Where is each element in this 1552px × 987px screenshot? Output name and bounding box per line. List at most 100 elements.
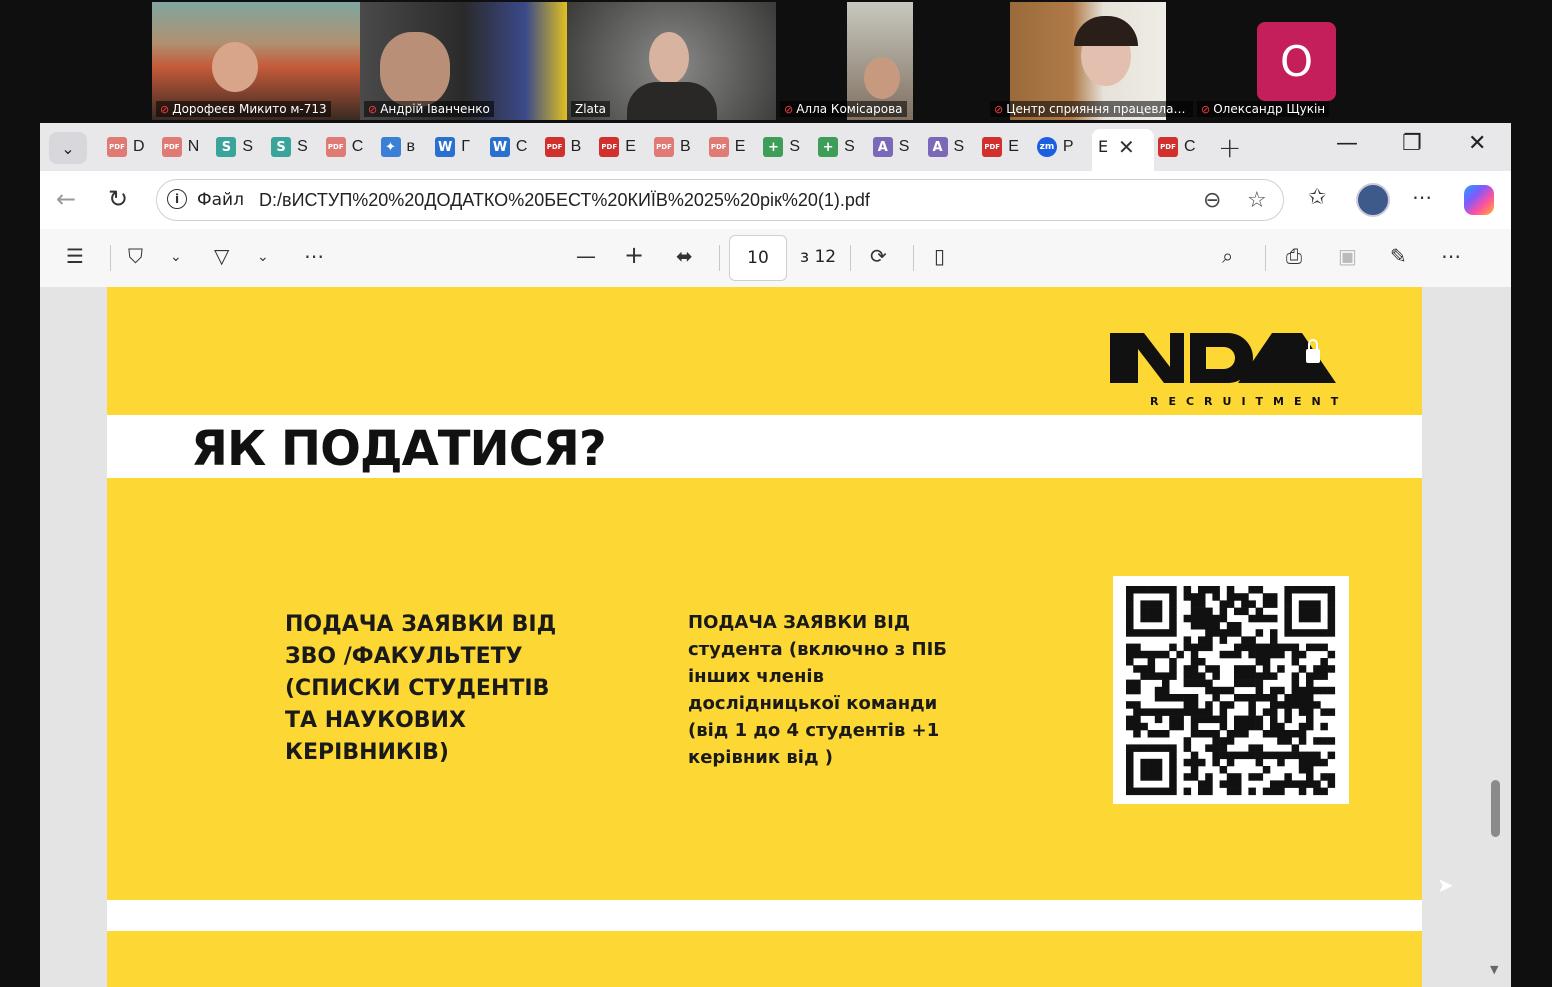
tab[interactable]: AS [872,135,909,159]
address-bar[interactable]: i Файл D:/вИСТУП%20%20ДОДАТКО%20БЕСТ%20К… [156,179,1284,221]
qr-module [1169,708,1177,716]
more-tools-icon[interactable]: ⋯ [304,244,324,268]
tab[interactable]: WГ [435,135,470,159]
tab[interactable]: AS [927,135,964,159]
page-number-input[interactable]: 10 [729,235,787,281]
qr-module [1284,643,1292,652]
tab[interactable]: PDF B [654,135,691,159]
qr-module [1306,722,1314,731]
copilot-icon[interactable] [1464,185,1494,215]
qr-module [1140,744,1148,752]
contents-list-icon[interactable]: ☰ [66,244,84,268]
qr-module [1255,773,1264,781]
qr-module [1126,622,1134,630]
qr-module [1147,665,1156,673]
tab[interactable]: + S [818,135,855,159]
refresh-button[interactable]: ↻ [108,185,128,213]
qr-module [1241,730,1249,738]
save-as-icon[interactable]: ✎ [1390,244,1407,268]
participant-name-label: Zlata [571,101,610,117]
text-line: інших членів [688,666,824,687]
favorite-star-icon[interactable]: ☆ [1247,188,1267,213]
qr-module [1306,607,1314,616]
highlight-icon[interactable]: ⛉ [128,244,143,268]
tab-close-icon[interactable]: ✕ [1118,135,1135,159]
participant-tile[interactable]: ⊘ Дорофеєв Микито м-713 [152,2,360,120]
participant-tile[interactable]: ⊘ Центр сприяння працевлашт... [986,2,1193,120]
tab[interactable]: PDF E [982,135,1019,159]
chevron-down-icon[interactable]: ⌄ [170,249,182,265]
tab[interactable]: + S [763,135,800,159]
profile-avatar[interactable] [1356,183,1390,217]
search-icon[interactable]: ⌕ [1222,244,1233,268]
qr-module [1219,701,1228,709]
qr-module [1241,593,1249,601]
tab[interactable]: WC [489,135,527,159]
qr-module [1190,679,1199,688]
tab[interactable]: PDF D [107,135,145,159]
tab[interactable]: zm P [1036,135,1074,159]
qr-module [1313,600,1321,608]
scrollbar-thumb[interactable] [1491,780,1500,837]
qr-module [1169,629,1177,637]
tab-label: S [297,138,308,155]
qr-module [1234,650,1242,659]
participant-tile[interactable]: ⊘ Андрій Іванченко [360,2,567,120]
qr-module [1126,787,1134,796]
qr-module [1248,614,1256,623]
save-icon[interactable]: ▣ [1338,244,1357,268]
qr-module [1248,701,1256,709]
qr-module [1306,686,1314,695]
page-view-icon[interactable]: ▯ [934,244,945,268]
draw-icon[interactable]: ▽ [214,244,229,268]
settings-more-icon[interactable]: ⋯ [1441,244,1461,268]
qr-module [1133,643,1141,652]
qr-module [1270,787,1278,796]
tab[interactable]: PDF E [599,135,636,159]
tab-actions-menu-button[interactable]: ⌄ [49,132,87,164]
more-menu-icon[interactable]: ⋯ [1412,185,1432,209]
zoom-in-button[interactable]: + [624,241,644,269]
participant-tile-active[interactable]: Zlata [567,2,776,120]
rotate-icon[interactable]: ⟳ [870,244,887,268]
qr-module [1298,766,1307,774]
info-icon[interactable]: i [167,189,187,209]
qr-module [1205,773,1213,781]
pdf-viewer[interactable]: ЯК ПОДАТИСЯ? RECRUITMENT ПОДАЧА ЗАЯВКИ В… [40,287,1511,987]
chevron-down-icon[interactable]: ⌄ [257,249,269,265]
qr-module [1234,722,1242,731]
pdf-icon: PDF [161,137,182,157]
participant-name-label: ⊘ Андрій Іванченко [364,101,494,117]
favorites-icon[interactable]: ✩ [1308,185,1326,210]
toolbar-divider [719,245,720,271]
back-button[interactable]: ← [56,185,76,213]
tab[interactable]: PDF N [161,135,199,159]
qr-module [1190,701,1199,709]
fit-width-icon[interactable]: ⬌ [676,244,693,268]
zoom-out-icon[interactable]: ⊖ [1203,188,1221,213]
zoom-out-button[interactable]: — [576,244,596,268]
participant-tile[interactable]: ⊘ Алла Комісарова [776,2,986,120]
text-line: ТА НАУКОВИХ [285,708,466,733]
qr-module [1262,694,1271,702]
close-window-button[interactable]: ✕ [1468,131,1486,156]
qr-module [1277,758,1285,767]
new-tab-button[interactable]: + [1218,131,1241,164]
vertical-scrollbar[interactable]: ▲ ▼ [1487,287,1503,987]
tab[interactable]: SS [216,135,253,159]
tab[interactable]: SS [271,135,308,159]
url-text[interactable]: D:/вИСТУП%20%20ДОДАТКО%20БЕСТ%20КИЇВ%202… [259,190,870,211]
qr-module [1248,715,1256,724]
tab[interactable]: ✦ в [380,135,415,159]
qr-module [1327,629,1336,637]
tab[interactable]: PDF C [325,135,363,159]
minimize-button[interactable]: — [1336,131,1358,156]
print-icon[interactable]: ⎙ [1286,244,1302,268]
qr-module [1169,744,1177,752]
tab[interactable]: PDF C [1158,135,1196,159]
tab[interactable]: PDF E [708,135,745,159]
tab[interactable]: PDF B [544,135,581,159]
pdf-icon: PDF [982,137,1003,157]
scroll-down-arrow-icon[interactable]: ▼ [1490,963,1498,976]
restore-button[interactable]: ❐ [1402,131,1422,156]
